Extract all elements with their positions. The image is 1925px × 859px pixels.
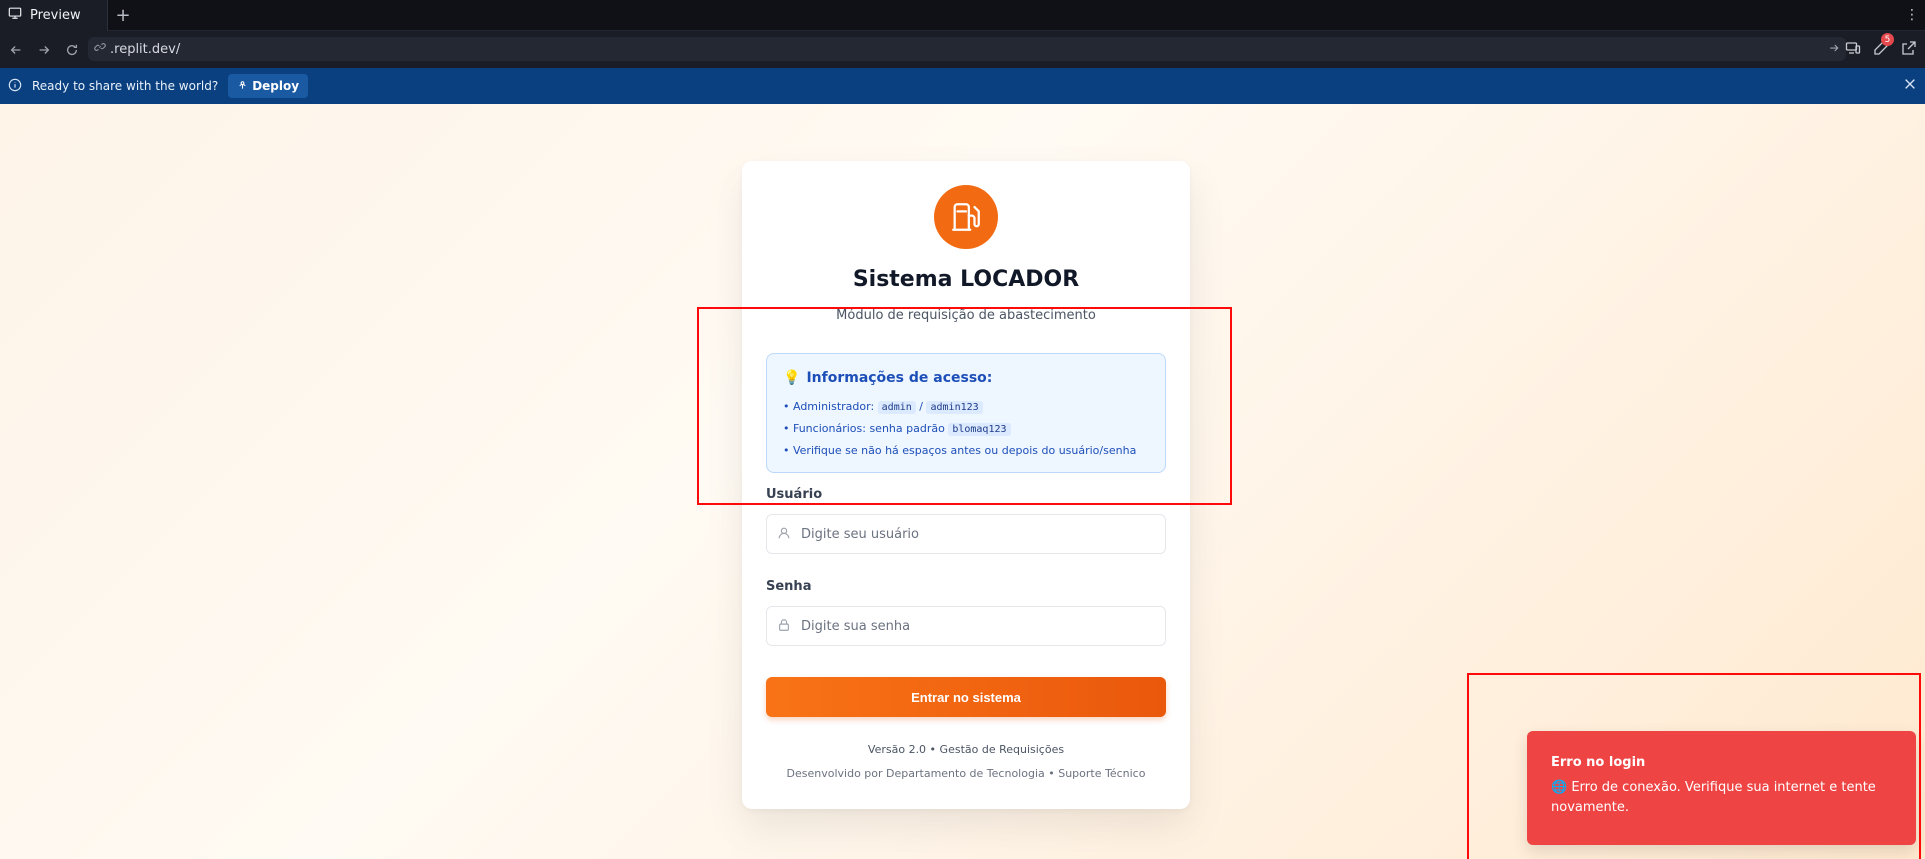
footer-version: Versão 2.0 • Gestão de Requisições [867,743,1065,756]
link-icon [94,41,106,57]
open-external-icon[interactable] [1901,40,1917,60]
deploy-button[interactable]: Deploy [228,74,309,98]
notification-badge: 5 [1881,33,1894,46]
highlight-box-toast [1467,673,1921,859]
fuel-pump-icon [934,185,998,249]
password-input[interactable] [801,618,1141,634]
tab-label: Preview [30,7,81,23]
url-input[interactable]: .replit.dev/ [88,37,1846,61]
lock-icon [777,617,791,636]
highlight-box-info [697,307,1232,505]
devtools-icon[interactable]: 5 [1873,33,1894,60]
forward-button[interactable] [30,36,58,64]
password-label: Senha [766,579,812,594]
back-button[interactable] [2,36,30,64]
url-text: .replit.dev/ [110,41,181,57]
username-input[interactable] [801,526,1141,542]
new-tab-button[interactable]: + [108,0,138,31]
deploy-icon [237,79,248,93]
devices-icon[interactable] [1845,40,1861,60]
browser-tools: 5 [1845,33,1917,60]
info-icon [8,78,22,95]
password-field[interactable] [766,606,1166,646]
close-icon[interactable] [1903,77,1917,94]
tab-preview[interactable]: Preview [0,0,108,31]
user-icon [777,525,791,544]
footer-developer: Desenvolvido por Departamento de Tecnolo… [786,767,1146,780]
browser-tab-bar: Preview + ⋮ [0,0,1925,31]
address-bar-row: .replit.dev/ 5 [0,31,1925,68]
monitor-icon [8,6,22,24]
deploy-banner: Ready to share with the world? Deploy [0,68,1925,104]
go-arrow-icon[interactable] [1828,42,1840,58]
deploy-prompt: Ready to share with the world? [32,79,219,93]
more-options-icon[interactable]: ⋮ [1905,7,1919,23]
user-field[interactable] [766,514,1166,554]
page-title: Sistema LOCADOR [852,267,1080,292]
reload-button[interactable] [58,36,86,64]
login-button[interactable]: Entrar no sistema [766,677,1166,717]
deploy-label: Deploy [252,79,300,93]
